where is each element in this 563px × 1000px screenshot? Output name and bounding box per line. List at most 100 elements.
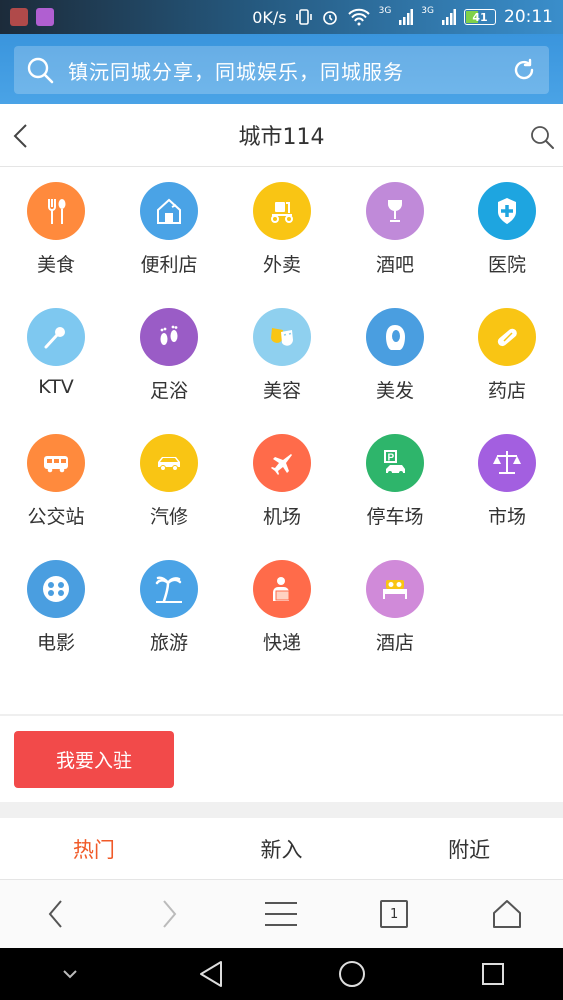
circle-home-icon [338, 961, 365, 987]
home-icon [492, 900, 521, 928]
category-label: 美发 [375, 380, 414, 402]
category-item[interactable]: 医院 [451, 168, 563, 294]
category-item[interactable]: 酒店 [339, 546, 451, 672]
category-item[interactable]: 电影 [0, 546, 112, 672]
category-label: 快递 [262, 632, 301, 654]
category-label: 外卖 [262, 254, 301, 276]
tab-count-icon: 1 [380, 900, 409, 928]
category-item[interactable]: 机场 [226, 420, 338, 546]
car-icon [140, 434, 198, 492]
hotel-bed-icon [366, 560, 424, 618]
page-title: 城市114 [238, 125, 325, 150]
network-speed: 0K/s [252, 7, 287, 27]
battery-level: 41 [472, 10, 488, 24]
triangle-back-icon [200, 961, 223, 987]
nav-back-button[interactable] [141, 960, 282, 988]
menu-icon [265, 902, 298, 926]
category-label: 市场 [487, 506, 526, 528]
category-item[interactable]: 旅游 [113, 546, 225, 672]
back-arrow-icon[interactable] [8, 122, 36, 150]
chevron-down-icon [63, 970, 78, 979]
clock: 20:11 [504, 7, 553, 27]
square-recents-icon [481, 963, 504, 985]
category-item[interactable]: 美发 [339, 294, 451, 420]
search-input[interactable]: 镇沅同城分享，同城娱乐，同城服务 [14, 46, 549, 94]
signal-icon-1 [399, 9, 414, 25]
status-notifications [10, 8, 54, 26]
category-label: 便利店 [140, 254, 198, 276]
category-item[interactable]: 药店 [451, 294, 563, 420]
browser-home-button[interactable] [450, 899, 563, 929]
wine-glass-icon [366, 182, 424, 240]
tab-new[interactable]: 新入 [188, 818, 376, 879]
divider [0, 714, 563, 716]
category-label: 公交站 [27, 506, 85, 528]
category-grid: 美食 便利店 外卖 酒吧 医院 KTV 足浴 美容 美发 药店公交站 汽修 机场 P 停车场 市场电影 旅游 快… [0, 168, 563, 714]
tab-hot[interactable]: 热门 [0, 818, 188, 879]
listing-tabs: 热门 新入 附近 [0, 818, 563, 880]
delivery-man-icon [253, 560, 311, 618]
theater-masks-icon [253, 308, 311, 366]
category-label: 停车场 [366, 506, 424, 528]
network-type-1: 3G [378, 6, 392, 16]
app-root: 0K/s 3G 3G 41 20:11 镇沅同城分享，同城娱乐，同城服务 城市1… [0, 0, 563, 1000]
chevron-right-icon [163, 900, 177, 928]
film-reel-icon [27, 560, 85, 618]
category-label: 足浴 [149, 380, 188, 402]
category-item[interactable]: 美食 [0, 168, 112, 294]
browser-tabs-button[interactable]: 1 [338, 900, 451, 928]
status-indicators: 0K/s 3G 3G 41 20:11 [252, 6, 553, 27]
battery-indicator: 41 [464, 9, 496, 25]
category-item[interactable]: 酒吧 [339, 168, 451, 294]
medical-cross-icon [478, 182, 536, 240]
fork-spoon-icon [27, 182, 85, 240]
category-item[interactable]: 美容 [226, 294, 338, 420]
footprints-icon [140, 308, 198, 366]
category-label: 医院 [487, 254, 526, 276]
join-button[interactable]: 我要入驻 [14, 731, 174, 788]
scooter-icon [253, 182, 311, 240]
svg-text:P: P [388, 453, 395, 464]
category-label: 机场 [262, 506, 301, 528]
browser-menu-button[interactable] [225, 900, 338, 928]
category-label: 酒店 [375, 632, 414, 654]
image-notification-icon [36, 8, 54, 26]
bus-icon [27, 434, 85, 492]
tab-nearby[interactable]: 附近 [375, 818, 563, 879]
wifi-icon [347, 8, 370, 26]
category-label: 酒吧 [375, 254, 414, 276]
nav-home-button[interactable] [282, 960, 423, 988]
search-placeholder: 镇沅同城分享，同城娱乐，同城服务 [68, 59, 404, 84]
category-label: 汽修 [149, 506, 188, 528]
category-label: 电影 [36, 632, 75, 654]
signal-icon-2 [442, 9, 456, 25]
scales-icon [478, 434, 536, 492]
category-item[interactable]: 公交站 [0, 420, 112, 546]
category-item[interactable]: 外卖 [226, 168, 338, 294]
category-item[interactable]: 便利店 [113, 168, 225, 294]
microphone-icon [27, 308, 85, 366]
title-bar: 城市114 [0, 104, 563, 167]
category-item[interactable]: KTV [0, 294, 112, 420]
category-item[interactable]: P 停车场 [339, 420, 451, 546]
system-nav-bar [0, 948, 563, 1000]
category-item[interactable]: 足浴 [113, 294, 225, 420]
category-label: 药店 [487, 380, 526, 402]
browser-back-button[interactable] [0, 898, 113, 930]
title-search-icon[interactable] [529, 124, 555, 150]
tab-count: 1 [389, 906, 399, 922]
category-item[interactable]: 快递 [226, 546, 338, 672]
woman-hair-icon [366, 308, 424, 366]
vibrate-icon [295, 9, 312, 25]
app-notification-icon [10, 8, 28, 26]
search-icon [27, 57, 54, 84]
browser-forward-button[interactable] [113, 898, 226, 930]
nav-recents-button[interactable] [422, 962, 563, 986]
refresh-icon[interactable] [511, 57, 537, 83]
palm-tree-icon [140, 560, 198, 618]
category-item[interactable]: 市场 [451, 420, 563, 546]
search-header: 镇沅同城分享，同城娱乐，同城服务 [0, 34, 563, 104]
category-item[interactable]: 汽修 [113, 420, 225, 546]
nav-collapse-button[interactable] [0, 969, 141, 979]
pill-icon [478, 308, 536, 366]
